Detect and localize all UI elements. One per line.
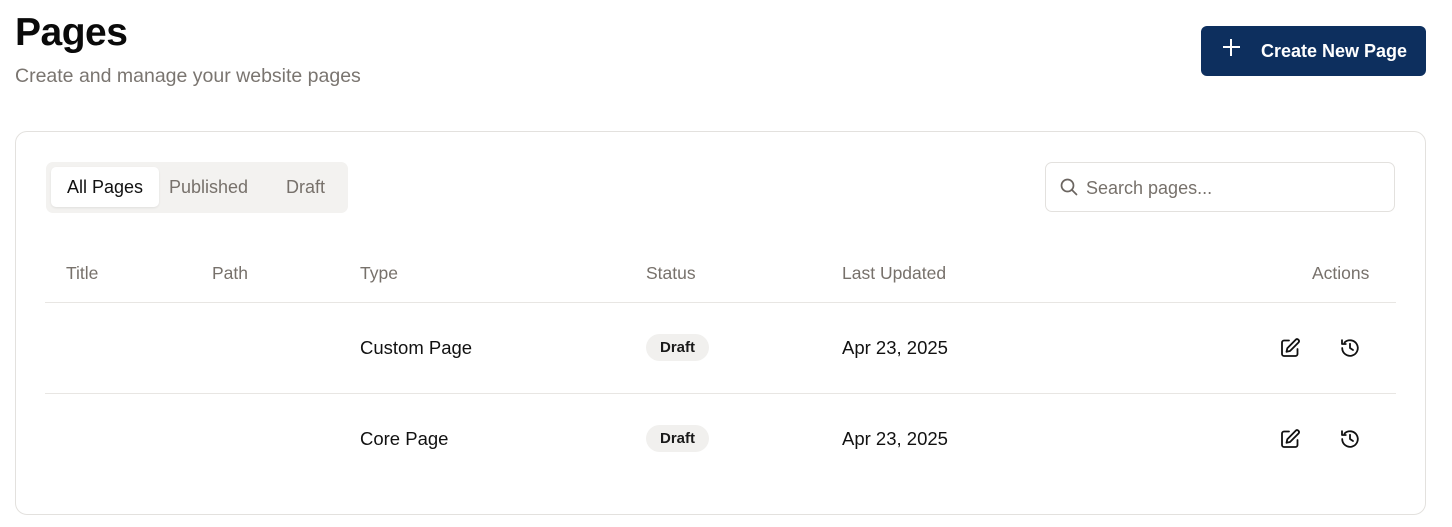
tab-all-pages[interactable]: All Pages (51, 167, 159, 207)
table-header-divider (45, 302, 1396, 303)
plus-icon (1223, 39, 1240, 56)
tab-draft[interactable]: Draft (286, 167, 332, 207)
page-title: Pages (15, 11, 128, 54)
row-type: Core Page (360, 428, 449, 449)
column-header-path[interactable]: Path (212, 262, 248, 284)
page-subtitle: Create and manage your website pages (15, 65, 361, 87)
edit-icon[interactable] (1279, 337, 1301, 359)
pages-card: All Pages Published Draft Title Path Typ… (15, 131, 1426, 515)
create-new-page-label: Create New Page (1261, 41, 1408, 61)
tab-published[interactable]: Published (169, 167, 261, 207)
history-icon[interactable] (1339, 428, 1361, 450)
search-input[interactable] (1086, 171, 1386, 205)
column-header-actions: Actions (1312, 263, 1370, 283)
edit-icon[interactable] (1279, 428, 1301, 450)
create-new-page-button[interactable]: Create New Page (1201, 26, 1426, 76)
row-last-updated: Apr 23, 2025 (842, 428, 948, 449)
row-divider (45, 393, 1396, 394)
status-badge: Draft (646, 425, 710, 452)
column-header-title[interactable]: Title (66, 262, 98, 284)
column-header-status[interactable]: Status (646, 262, 696, 284)
column-header-last-updated[interactable]: Last Updated (842, 262, 946, 284)
column-header-type[interactable]: Type (360, 262, 398, 284)
status-badge: Draft (646, 334, 710, 361)
row-type: Custom Page (360, 337, 473, 358)
history-icon[interactable] (1339, 337, 1361, 359)
row-last-updated: Apr 23, 2025 (842, 337, 948, 358)
search-icon (1060, 178, 1078, 196)
status-tabs: All Pages Published Draft (46, 162, 348, 213)
search-box (1045, 162, 1395, 212)
